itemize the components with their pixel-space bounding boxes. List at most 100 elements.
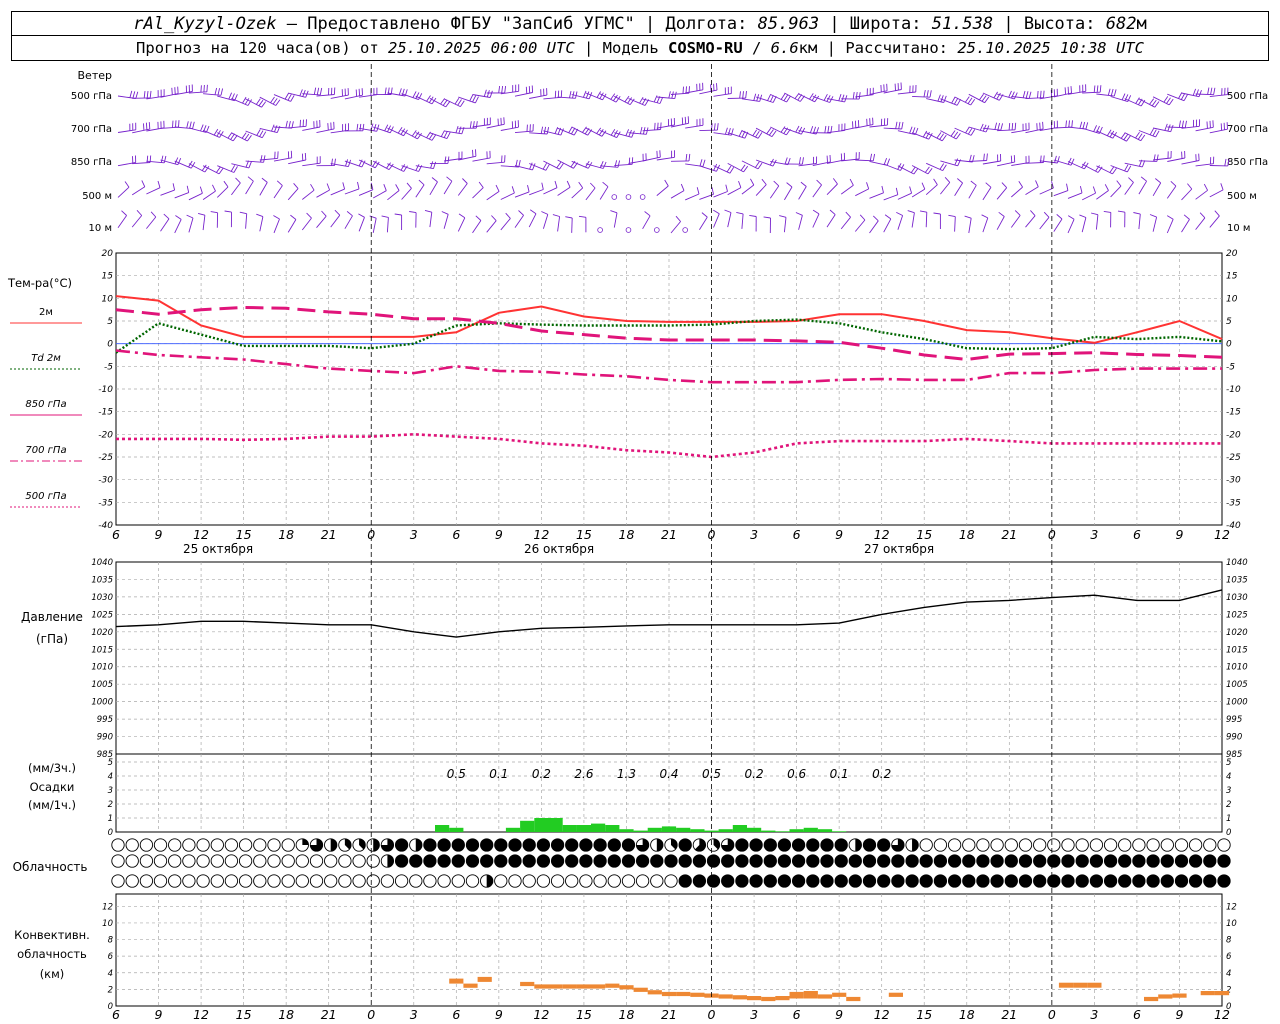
cloud-cover-fill <box>835 854 848 868</box>
temp-tick-label-right: 0 <box>1226 340 1232 350</box>
pressure-tick-label-left: 1035 <box>91 575 113 585</box>
wind-barb-staff <box>174 219 182 234</box>
cloud-cover-circle <box>1188 838 1203 852</box>
cloud-cover-circle <box>423 874 437 888</box>
wind-calm-marker <box>597 227 603 233</box>
wind-barb-feather <box>1092 186 1097 194</box>
wind-barb-feather <box>798 126 803 134</box>
pressure-grid: 1040 1040 1035 1035 1030 1030 1025 1025 1020 1020… <box>91 558 1247 760</box>
wind-barb-staff <box>514 215 524 228</box>
time-tick-label: 15 <box>576 1007 592 1022</box>
cloud-cover-fill <box>976 854 990 868</box>
wind-barb-feather <box>1163 96 1169 103</box>
conv-cloud-bar <box>1144 996 1159 1002</box>
precip-tick-label-right: 1 <box>1226 814 1231 824</box>
conv-cloud-bar <box>789 991 804 999</box>
wind-barb-feather <box>272 98 278 105</box>
wind-barb-feather <box>1025 91 1029 99</box>
temp-tick-label-left: -20 <box>98 430 113 440</box>
cloud-cover-fill <box>920 854 933 868</box>
cloud-cover-fill <box>551 854 564 868</box>
time-tick-label: 9 <box>495 527 503 542</box>
wind-barb-feather <box>554 180 558 188</box>
date-label-25: 25 октября <box>183 542 253 556</box>
wind-barb-feather <box>752 129 757 137</box>
wind-barb-feather <box>475 121 478 129</box>
wind-barb-staff <box>642 215 651 230</box>
conv-cloud-bar <box>576 984 591 989</box>
precip-bar <box>803 827 818 832</box>
cloud-cover-circle <box>1018 838 1033 852</box>
wind-barb-feather <box>1112 167 1117 175</box>
temp-panel: 20 20 15 15 10 10 5 5 0 0 -5 -5 -10 -10 -15 -15 -20 -20 -2… <box>7 249 1241 531</box>
wind-barb-feather <box>313 87 317 95</box>
cloud-cover-fill <box>664 854 678 868</box>
wind-barb-feather <box>124 181 130 188</box>
wind-barb-staff <box>982 217 989 233</box>
precip-total-label: 2.6 <box>574 767 593 781</box>
wind-barb-staff <box>1166 185 1177 199</box>
wind-barb-feather <box>598 129 604 136</box>
wind-barb-feather <box>1124 164 1129 172</box>
cloud-cover-fill <box>976 874 990 888</box>
wind-barb-staff <box>117 129 136 133</box>
wind-barb-feather <box>668 91 671 99</box>
precip-bar <box>435 825 450 832</box>
precip-total-label: 0.2 <box>745 767 764 781</box>
cloud-cover-circle <box>1033 838 1047 852</box>
time-tick-label: 0 <box>367 1007 375 1022</box>
wind-barb-staff <box>1152 182 1162 197</box>
conv-cloud-bar <box>1087 982 1102 988</box>
time-tick-label: 12 <box>533 527 549 542</box>
cloud-cover-fill <box>934 854 947 868</box>
cloud-cover-fill <box>877 838 890 852</box>
wind-barb-staff <box>401 188 412 200</box>
precip-tick-label-left: 2 <box>108 800 113 810</box>
wind-barb-feather <box>1065 120 1067 128</box>
conv-cloud-bar <box>817 994 833 999</box>
cloud-cover-circle <box>196 874 210 888</box>
wind-barb-feather <box>1170 125 1174 132</box>
wind-barb-feather <box>585 91 590 99</box>
cloud-cover-fill <box>437 838 451 852</box>
wind-barb-feather <box>1010 155 1013 163</box>
wind-barb-feather <box>1000 123 1004 131</box>
wind-barb-staff <box>202 215 206 231</box>
time-axis-middle: 6 9 12 15 18 21 0 3 6 9 12 15 18 21 0 3 6 9 12 15 18 21 0 3 6 9 12 <box>112 527 1230 542</box>
pressure-tick-label-left: 995 <box>97 715 113 725</box>
wind-barb-feather <box>424 209 432 213</box>
precip-unit-1h: (мм/1ч.) <box>28 798 76 812</box>
wind-barb-feather <box>1079 214 1087 218</box>
legend-500-label: 500 гПа <box>25 491 66 502</box>
wind-barb-feather <box>701 212 708 218</box>
wind-barb-feather <box>565 216 573 219</box>
wind-barb-staff <box>1152 216 1158 232</box>
wind-barb-staff <box>387 190 400 201</box>
wind-level-500hpa: 500 гПа <box>71 91 112 102</box>
cloud-cover-fill <box>693 854 706 868</box>
wind-barb-feather <box>1022 90 1026 98</box>
time-tick-label: 0 <box>1048 1007 1056 1022</box>
wind-barb-feather <box>660 122 662 130</box>
wind-barb-feather <box>1085 122 1089 130</box>
wind-barb-feather <box>859 214 866 221</box>
wind-barb-feather <box>743 165 749 173</box>
cloud-cover-fill <box>962 854 975 868</box>
wind-barb-staff <box>160 218 170 232</box>
cloud-cover-circle <box>990 838 1004 852</box>
cloud-cover-circle <box>182 874 196 888</box>
wind-barb-staff <box>245 213 248 229</box>
wind-barb-feather <box>276 180 283 186</box>
wind-barb-feather <box>967 127 973 135</box>
wind-barb-staff <box>911 188 926 198</box>
precip-bar <box>449 827 464 832</box>
cloud-cover-fill <box>806 838 819 852</box>
cloud-cover-fill <box>1104 874 1117 888</box>
wind-barb-feather <box>469 121 472 129</box>
wind-barb-feather <box>216 166 221 173</box>
wind-barb-feather <box>532 163 536 171</box>
wind-barb-feather <box>160 155 164 163</box>
time-tick-label: 12 <box>533 1007 549 1022</box>
conv-tick-label-right: 10 <box>1226 919 1237 929</box>
wind-level-500m-r: 500 м <box>1227 191 1257 202</box>
